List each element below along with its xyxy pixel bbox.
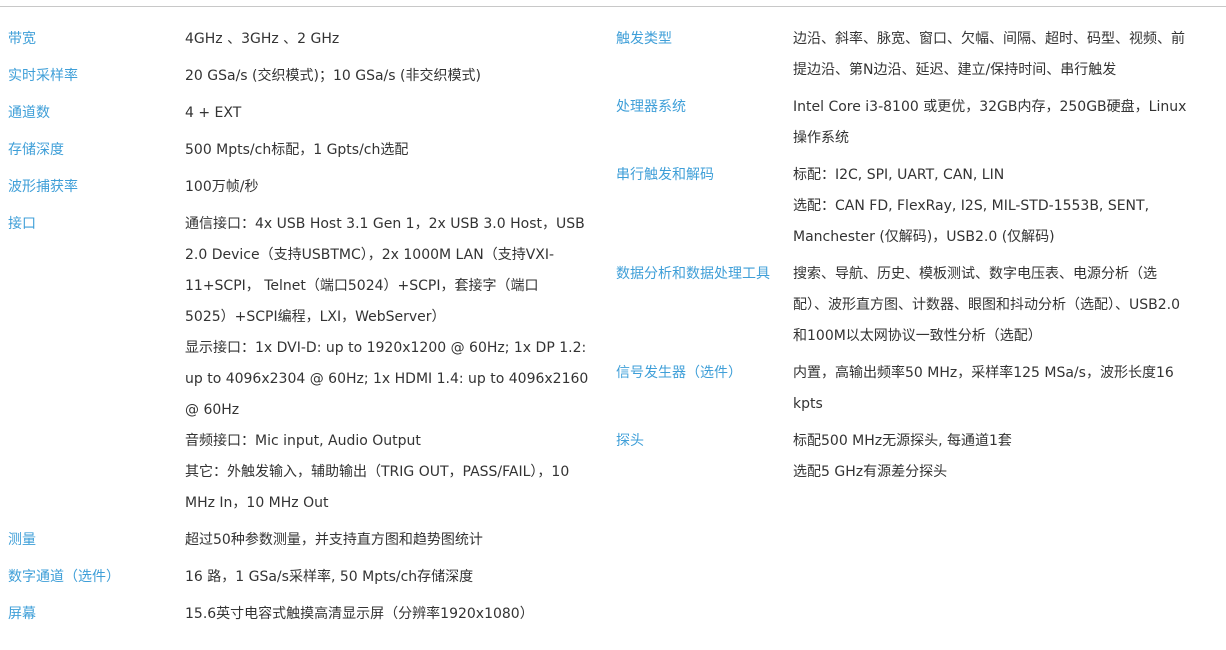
- spec-value-line: 标配：I2C, SPI, UART, CAN, LIN: [793, 167, 1005, 183]
- spec-column-right: 触发类型 边沿、斜率、脉宽、窗口、欠幅、间隔、超时、码型、视频、前提边沿、第N边…: [616, 24, 1191, 494]
- spec-value-line: 20 GSa/s (交织模式)；10 GSa/s (非交织模式): [185, 68, 481, 84]
- spec-value-line: 其它：外触发输入，辅助输出（TRIG OUT，PASS/FAIL），10 MHz…: [185, 464, 570, 511]
- spec-value-line: 边沿、斜率、脉宽、窗口、欠幅、间隔、超时、码型、视频、前提边沿、第N边沿、延迟、…: [793, 31, 1185, 78]
- spec-label: 串行触发和解码: [616, 167, 714, 183]
- spec-value-line: 超过50种参数测量，并支持直方图和趋势图统计: [185, 532, 483, 548]
- spec-value-line: 100万帧/秒: [185, 179, 259, 195]
- spec-value-line: 标配500 MHz无源探头, 每通道1套: [793, 433, 1012, 449]
- spec-row-probes: 探头 标配500 MHz无源探头, 每通道1套 选配5 GHz有源差分探头: [616, 426, 1191, 488]
- spec-value: 16 路，1 GSa/s采样率, 50 Mpts/ch存储深度: [185, 562, 593, 593]
- spec-row-bandwidth: 带宽 4GHz 、3GHz 、2 GHz: [8, 24, 593, 55]
- spec-value-line: 4GHz 、3GHz 、2 GHz: [185, 31, 340, 47]
- spec-value-line: 选配：CAN FD, FlexRay, I2S, MIL-STD-1553B, …: [793, 198, 1150, 245]
- spec-row-signal-generator: 信号发生器（选件） 内置，高输出频率50 MHz，采样率125 MSa/s，波形…: [616, 358, 1191, 420]
- spec-value-line: 通信接口：4x USB Host 3.1 Gen 1，2x USB 3.0 Ho…: [185, 216, 585, 325]
- spec-label: 数字通道（选件）: [8, 569, 120, 585]
- spec-value: 内置，高输出频率50 MHz，采样率125 MSa/s，波形长度16 kpts: [793, 358, 1191, 420]
- spec-label: 存储深度: [8, 142, 64, 158]
- spec-value: 4GHz 、3GHz 、2 GHz: [185, 24, 593, 55]
- spec-label: 触发类型: [616, 31, 672, 47]
- spec-row-analysis-tools: 数据分析和数据处理工具 搜索、导航、历史、模板测试、数字电压表、电源分析（选配）…: [616, 259, 1191, 352]
- spec-value: 标配：I2C, SPI, UART, CAN, LIN 选配：CAN FD, F…: [793, 160, 1191, 253]
- spec-value-line: 16 路，1 GSa/s采样率, 50 Mpts/ch存储深度: [185, 569, 474, 585]
- spec-value-line: 搜索、导航、历史、模板测试、数字电压表、电源分析（选配）、波形直方图、计数器、眼…: [793, 266, 1181, 344]
- spec-label: 探头: [616, 433, 644, 449]
- spec-row-screen: 屏幕 15.6英寸电容式触摸高清显示屏（分辨率1920x1080）: [8, 599, 593, 630]
- spec-value: 20 GSa/s (交织模式)；10 GSa/s (非交织模式): [185, 61, 593, 92]
- spec-value: 4 + EXT: [185, 98, 593, 129]
- spec-value: 边沿、斜率、脉宽、窗口、欠幅、间隔、超时、码型、视频、前提边沿、第N边沿、延迟、…: [793, 24, 1191, 86]
- spec-label: 接口: [8, 216, 36, 232]
- spec-label: 数据分析和数据处理工具: [616, 266, 770, 282]
- spec-value-line: 内置，高输出频率50 MHz，采样率125 MSa/s，波形长度16 kpts: [793, 365, 1174, 412]
- spec-row-capture-rate: 波形捕获率 100万帧/秒: [8, 172, 593, 203]
- spec-value: 15.6英寸电容式触摸高清显示屏（分辨率1920x1080）: [185, 599, 593, 630]
- spec-value-line: 4 + EXT: [185, 105, 242, 121]
- spec-label: 通道数: [8, 105, 50, 121]
- spec-value-line: 选配5 GHz有源差分探头: [793, 464, 948, 480]
- spec-value-line: 500 Mpts/ch标配，1 Gpts/ch选配: [185, 142, 409, 158]
- spec-value-line: 15.6英寸电容式触摸高清显示屏（分辨率1920x1080）: [185, 606, 534, 622]
- spec-row-memory-depth: 存储深度 500 Mpts/ch标配，1 Gpts/ch选配: [8, 135, 593, 166]
- spec-value: 500 Mpts/ch标配，1 Gpts/ch选配: [185, 135, 593, 166]
- spec-row-serial-decode: 串行触发和解码 标配：I2C, SPI, UART, CAN, LIN 选配：C…: [616, 160, 1191, 253]
- spec-row-processor-system: 处理器系统 Intel Core i3-8100 或更优，32GB内存，250G…: [616, 92, 1191, 154]
- spec-label: 带宽: [8, 31, 36, 47]
- spec-value: 标配500 MHz无源探头, 每通道1套 选配5 GHz有源差分探头: [793, 426, 1191, 488]
- spec-value: Intel Core i3-8100 或更优，32GB内存，250GB硬盘，Li…: [793, 92, 1191, 154]
- spec-row-channels: 通道数 4 + EXT: [8, 98, 593, 129]
- spec-value-line: 显示接口：1x DVI-D: up to 1920x1200 @ 60Hz; 1…: [185, 340, 589, 418]
- spec-row-trigger-types: 触发类型 边沿、斜率、脉宽、窗口、欠幅、间隔、超时、码型、视频、前提边沿、第N边…: [616, 24, 1191, 86]
- spec-row-sample-rate: 实时采样率 20 GSa/s (交织模式)；10 GSa/s (非交织模式): [8, 61, 593, 92]
- spec-value: 通信接口：4x USB Host 3.1 Gen 1，2x USB 3.0 Ho…: [185, 209, 593, 519]
- spec-value: 100万帧/秒: [185, 172, 593, 203]
- spec-label: 处理器系统: [616, 99, 686, 115]
- spec-value: 搜索、导航、历史、模板测试、数字电压表、电源分析（选配）、波形直方图、计数器、眼…: [793, 259, 1191, 352]
- spec-label: 波形捕获率: [8, 179, 78, 195]
- spec-row-digital-channels: 数字通道（选件） 16 路，1 GSa/s采样率, 50 Mpts/ch存储深度: [8, 562, 593, 593]
- spec-label: 测量: [8, 532, 36, 548]
- spec-value-line: 音频接口：Mic input, Audio Output: [185, 433, 421, 449]
- spec-row-interfaces: 接口 通信接口：4x USB Host 3.1 Gen 1，2x USB 3.0…: [8, 209, 593, 519]
- spec-column-left: 带宽 4GHz 、3GHz 、2 GHz 实时采样率 20 GSa/s (交织模…: [8, 24, 593, 636]
- spec-label: 信号发生器（选件）: [616, 365, 742, 381]
- spec-label: 实时采样率: [8, 68, 78, 84]
- spec-value-line: Intel Core i3-8100 或更优，32GB内存，250GB硬盘，Li…: [793, 99, 1187, 146]
- spec-label: 屏幕: [8, 606, 36, 622]
- top-divider: [0, 6, 1226, 7]
- spec-row-measurement: 测量 超过50种参数测量，并支持直方图和趋势图统计: [8, 525, 593, 556]
- spec-value: 超过50种参数测量，并支持直方图和趋势图统计: [185, 525, 593, 556]
